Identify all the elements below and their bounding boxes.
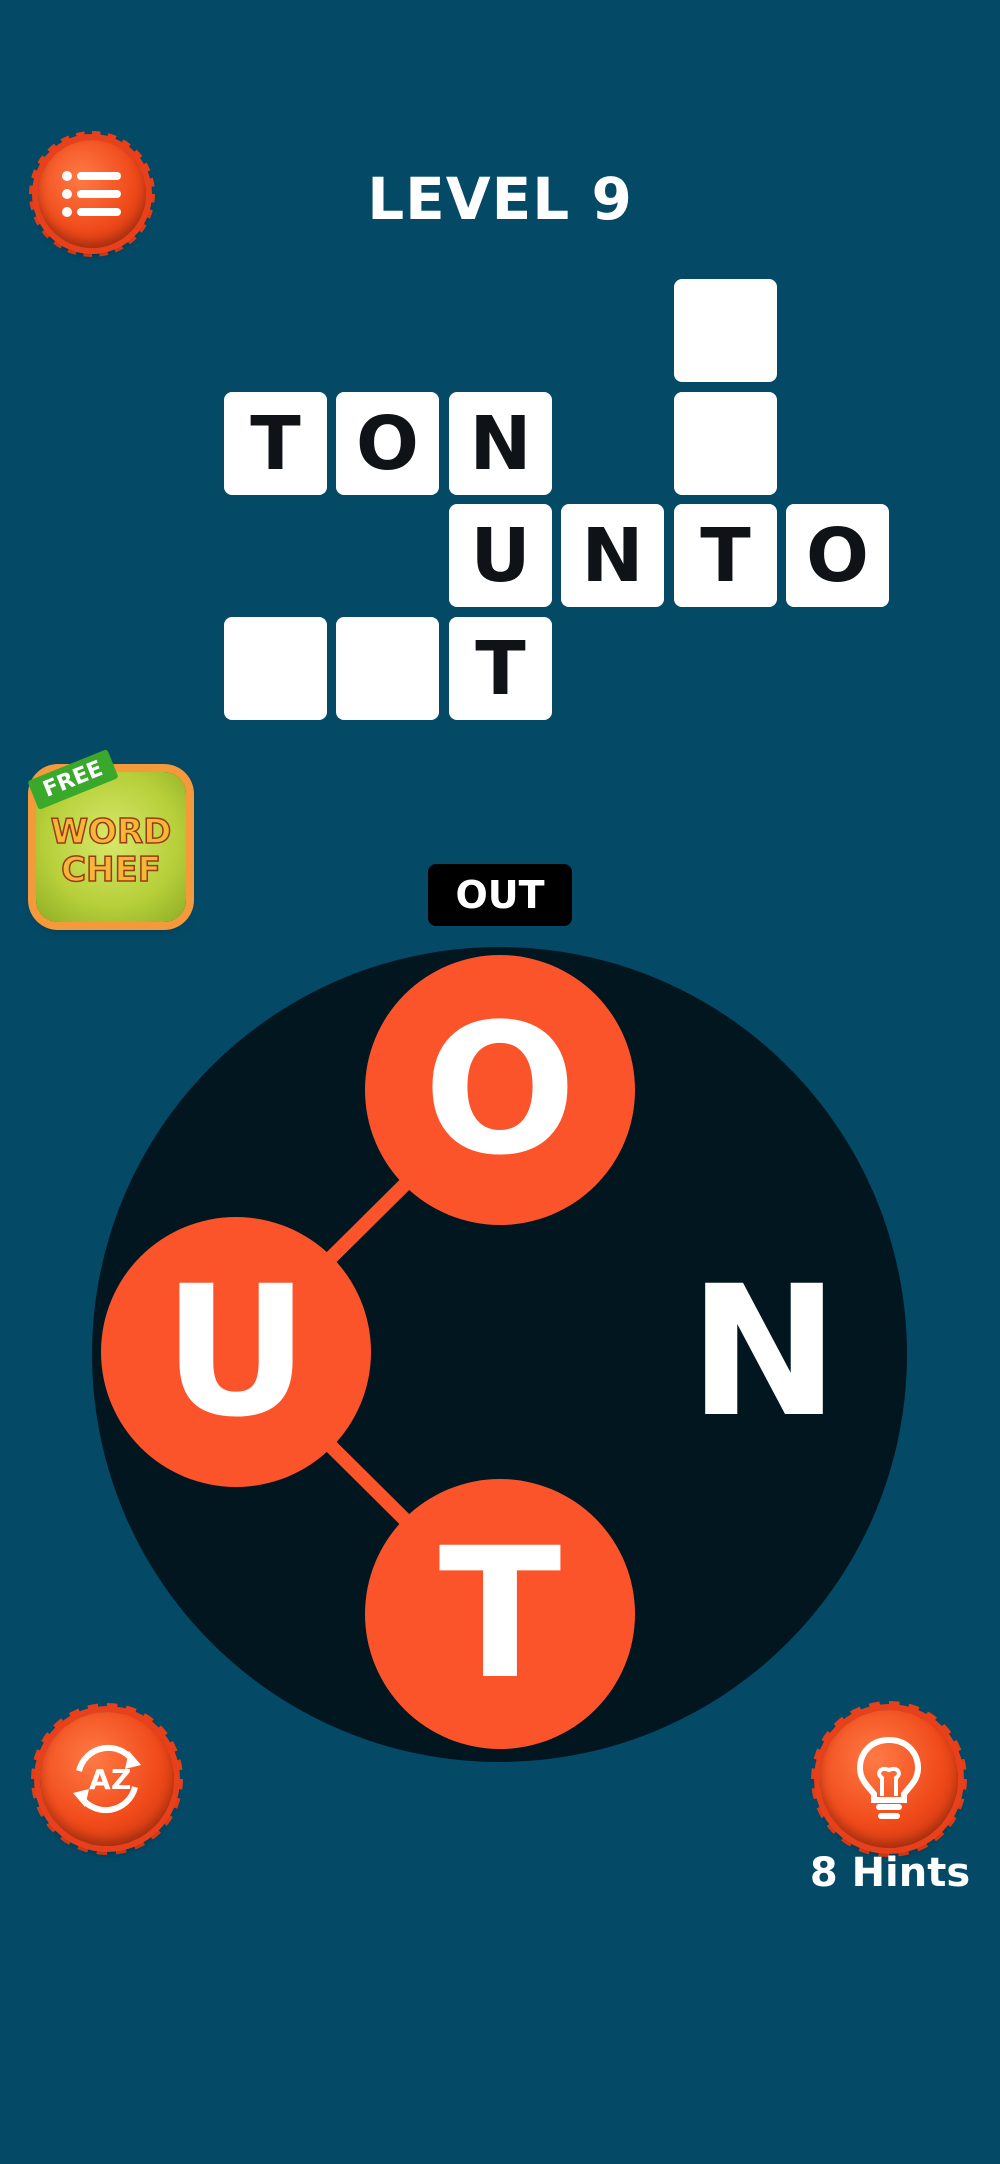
wheel-letter-u[interactable]: U	[101, 1217, 371, 1487]
lightbulb-icon	[856, 1736, 922, 1819]
hints-count: 8 Hints	[809, 1850, 971, 1896]
wheel-letter-o[interactable]: O	[365, 955, 635, 1225]
svg-text:A: A	[89, 1763, 111, 1796]
wheel-letter-n[interactable]: N	[629, 1217, 899, 1487]
shuffle-button[interactable]: A Z	[31, 1703, 183, 1855]
wheel-letter-t[interactable]: T	[365, 1479, 635, 1749]
svg-text:Z: Z	[111, 1763, 131, 1796]
a-z-shuffle-icon: A Z	[73, 1744, 141, 1814]
hint-button[interactable]	[811, 1701, 967, 1857]
